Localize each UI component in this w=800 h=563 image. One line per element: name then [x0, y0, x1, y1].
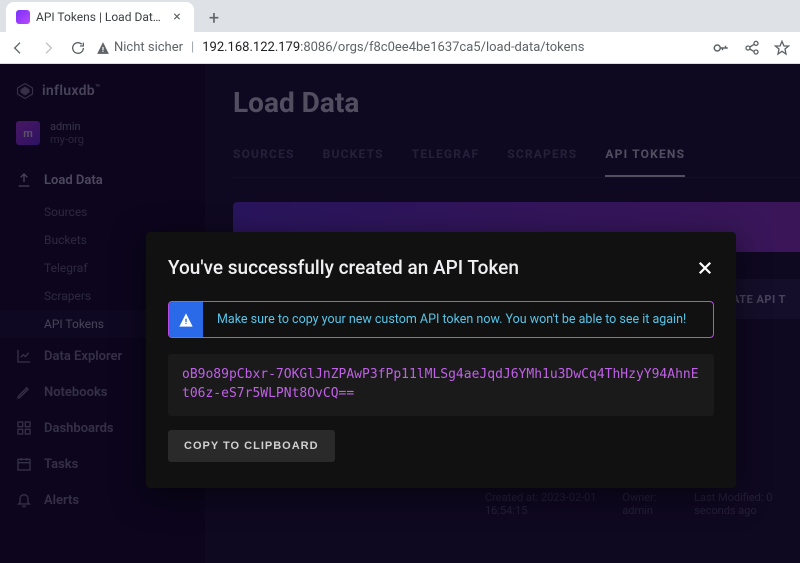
new-tab-button[interactable]: + — [200, 4, 228, 32]
api-token-modal: You've successfully created an API Token… — [146, 232, 736, 488]
url-field[interactable]: Nicht sicher | 192.168.122.179:8086/orgs… — [96, 40, 702, 55]
insecure-icon: Nicht sicher — [96, 40, 183, 55]
modal-title: You've successfully created an API Token — [168, 256, 519, 279]
copy-to-clipboard-button[interactable]: COPY TO CLIPBOARD — [168, 430, 335, 462]
close-icon[interactable] — [696, 259, 714, 277]
close-tab-icon[interactable]: × — [170, 10, 184, 24]
browser-tab[interactable]: API Tokens | Load Data | my × — [6, 2, 194, 32]
favicon-icon — [16, 10, 30, 24]
key-icon[interactable] — [712, 39, 730, 57]
address-bar: Nicht sicher | 192.168.122.179:8086/orgs… — [0, 32, 800, 64]
forward-button — [40, 40, 56, 56]
alert: Make sure to copy your new custom API to… — [168, 301, 714, 338]
tab-title: API Tokens | Load Data | my — [36, 10, 164, 24]
share-icon[interactable] — [744, 40, 760, 56]
token-value[interactable]: oB9o89pCbxr-7OKGlJnZPAwP3fPp11lMLSg4aeJq… — [168, 354, 714, 416]
insecure-label: Nicht sicher — [114, 40, 183, 55]
url-text: 192.168.122.179:8086/orgs/f8c0ee4be1637c… — [202, 40, 584, 55]
browser-chrome: API Tokens | Load Data | my × + Nicht si… — [0, 0, 800, 64]
warning-icon — [169, 302, 203, 337]
star-icon[interactable] — [774, 40, 790, 56]
reload-button[interactable] — [70, 40, 86, 56]
tab-bar: API Tokens | Load Data | my × + — [0, 0, 800, 32]
back-button[interactable] — [10, 40, 26, 56]
alert-text: Make sure to copy your new custom API to… — [203, 302, 713, 337]
